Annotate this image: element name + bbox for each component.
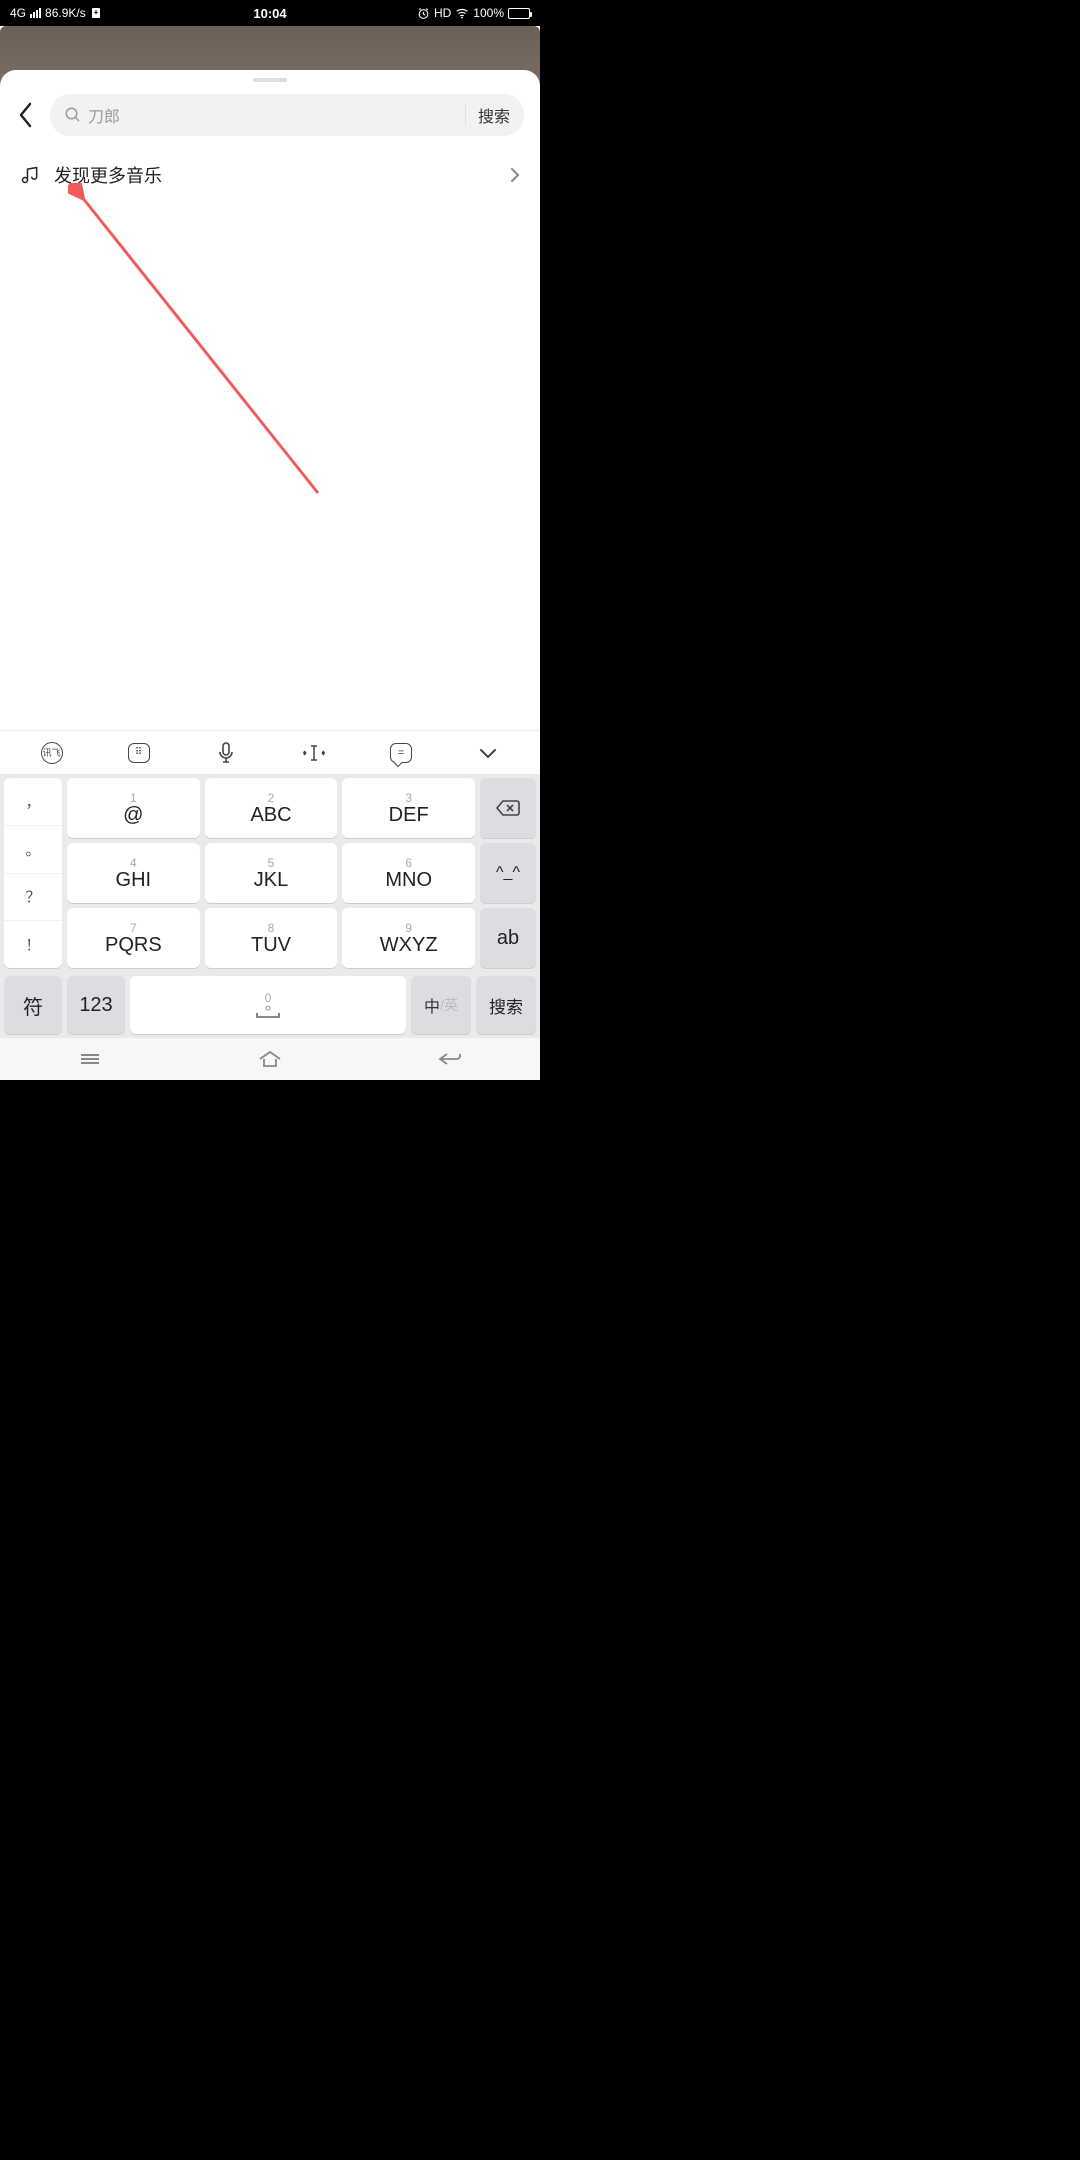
key-search[interactable]: 搜索 [476,976,536,1034]
key-123[interactable]: 123 [67,976,125,1034]
clipboard-icon[interactable]: = [381,733,421,773]
back-button[interactable] [12,95,40,135]
discover-label: 发现更多音乐 [54,162,496,188]
key-emoji[interactable]: ^_^ [480,843,536,903]
key-3-def[interactable]: 3DEF [342,778,475,838]
key-language[interactable]: 中/英 [411,976,471,1034]
wifi-icon [455,6,469,20]
space-icon [253,1005,283,1019]
cursor-icon[interactable] [294,733,334,773]
key-question[interactable]: ？ [4,874,62,922]
key-8-tuv[interactable]: 8TUV [205,908,338,968]
hd-label: HD [434,6,451,20]
annotation-arrow [68,183,328,503]
key-exclaim[interactable]: ！ [4,921,62,968]
nav-back[interactable] [420,1044,480,1074]
battery-pct: 100% [473,6,504,20]
punctuation-column: ， 。 ？ ！ [4,778,62,968]
key-2-abc[interactable]: 2ABC [205,778,338,838]
nav-home[interactable] [240,1044,300,1074]
net-speed: 86.9K/s [45,6,86,20]
backspace-icon [495,799,521,817]
key-backspace[interactable] [480,778,536,838]
key-4-ghi[interactable]: 4GHI [67,843,200,903]
key-ab[interactable]: ab [480,908,536,968]
keyboard-settings-icon[interactable]: ⠿ [119,733,159,773]
key-6-mno[interactable]: 6MNO [342,843,475,903]
search-icon [64,106,82,124]
clock: 10:04 [253,6,286,21]
discover-more-music[interactable]: 发现更多音乐 [0,146,540,204]
mic-icon[interactable] [206,733,246,773]
alarm-icon [417,7,430,20]
search-placeholder: 刀郎 [88,103,120,127]
key-9-wxyz[interactable]: 9WXYZ [342,908,475,968]
keyboard-toolbar: 讯飞 ⠿ = [0,730,540,774]
key-comma[interactable]: ， [4,778,62,826]
collapse-keyboard-icon[interactable] [468,733,508,773]
sheet-handle[interactable] [253,78,287,82]
nav-recents[interactable] [60,1044,120,1074]
network-type: 4G [10,6,26,20]
search-sheet: 刀郎 搜索 发现更多音乐 讯飞 ⠿ = [0,70,540,1080]
key-symbols[interactable]: 符 [4,976,62,1034]
ime-keyboard: 讯飞 ⠿ = ， 。 ？ ！ 1@ [0,730,540,1080]
key-7-pqrs[interactable]: 7PQRS [67,908,200,968]
battery-icon [508,8,530,19]
music-icon [20,165,40,185]
system-navbar [0,1038,540,1080]
key-5-jkl[interactable]: 5JKL [205,843,338,903]
download-icon [90,7,102,19]
key-1[interactable]: 1@ [67,778,200,838]
search-input[interactable]: 刀郎 搜索 [50,94,524,136]
ifly-icon[interactable]: 讯飞 [32,733,72,773]
signal-icon [30,8,41,18]
chevron-right-icon [510,167,520,183]
key-period[interactable]: 。 [4,826,62,874]
key-space[interactable]: 0 [130,976,406,1034]
status-bar: 4G 86.9K/s 10:04 HD 100% [0,0,540,26]
search-button[interactable]: 搜索 [465,104,514,126]
